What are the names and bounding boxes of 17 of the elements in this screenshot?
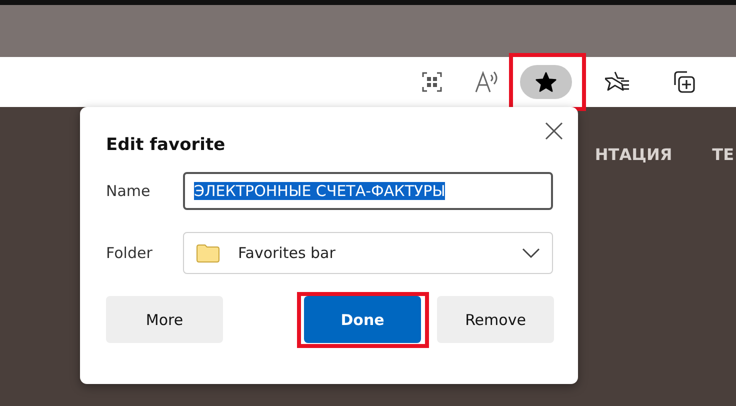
- more-button[interactable]: More: [106, 296, 223, 343]
- folder-dropdown[interactable]: Favorites bar: [183, 232, 553, 274]
- collections-icon[interactable]: [671, 69, 697, 95]
- close-icon[interactable]: [544, 121, 564, 141]
- folder-icon: [196, 243, 220, 263]
- star-icon: [535, 71, 557, 93]
- nav-link[interactable]: ТЕ: [712, 145, 734, 164]
- chevron-down-icon: [522, 247, 540, 259]
- apps-grid-icon[interactable]: [421, 71, 443, 93]
- name-field[interactable]: ЭЛЕКТРОННЫЕ СЧЕТА-ФАКТУРЫ: [183, 172, 553, 210]
- favorite-button[interactable]: [520, 65, 572, 99]
- nav-link[interactable]: НТАЦИЯ: [594, 145, 672, 164]
- done-button[interactable]: Done: [304, 296, 421, 343]
- remove-button[interactable]: Remove: [437, 296, 554, 343]
- field-label: Folder: [106, 244, 154, 262]
- dialog-title: Edit favorite: [106, 135, 226, 155]
- field-label: Name: [106, 182, 152, 200]
